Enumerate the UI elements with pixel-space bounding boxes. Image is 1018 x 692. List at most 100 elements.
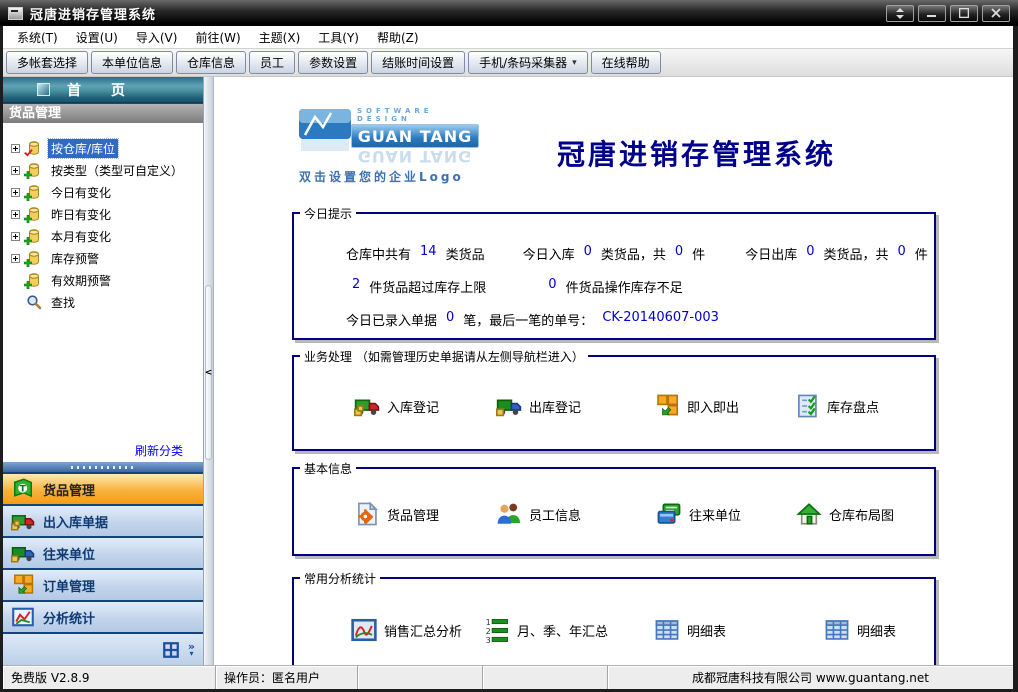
- online-help-button[interactable]: 在线帮助: [591, 51, 661, 74]
- stats-panel: 常用分析统计 销售汇总分析 月、季、年汇总 明细表 明细表: [292, 577, 936, 665]
- goods-management-shortcut[interactable]: 货品管理: [354, 501, 439, 527]
- closing-time-button[interactable]: 结账时间设置: [371, 51, 465, 74]
- menu-import[interactable]: 导入(V): [127, 26, 187, 49]
- menu-settings[interactable]: 设置(U): [67, 26, 127, 49]
- panel-title: 基本信息: [300, 460, 356, 477]
- outbound-register-shortcut[interactable]: 出库登记: [496, 393, 581, 419]
- home-tab-label: 首页: [67, 80, 155, 100]
- tree-item-by-type[interactable]: 按类型（类型可自定义）: [3, 159, 195, 181]
- inbound-item-count: 0: [675, 244, 683, 263]
- tree-item-expiry-warning[interactable]: 有效期预警: [3, 269, 195, 291]
- employee-button[interactable]: 员工: [249, 51, 295, 74]
- under-stock-count: 0: [548, 277, 556, 296]
- expand-plus-icon[interactable]: [11, 144, 20, 153]
- sidebar-item-goods[interactable]: 货品管理: [3, 474, 203, 504]
- company-info-button[interactable]: 本单位信息: [91, 51, 173, 74]
- logo-caption: 双击设置您的企业Logo: [299, 168, 479, 185]
- title-bar: 冠唐进销存管理系统: [0, 0, 1018, 26]
- sidebar-item-order-management[interactable]: 订单管理: [3, 570, 203, 600]
- refresh-categories-link[interactable]: 刷新分类: [135, 444, 195, 458]
- sales-summary-shortcut[interactable]: 销售汇总分析: [351, 617, 462, 643]
- tree-item-label: 按仓库/库位: [48, 139, 118, 158]
- tree-item-stock-warning[interactable]: 库存预警: [3, 247, 195, 269]
- parameter-settings-button[interactable]: 参数设置: [298, 51, 368, 74]
- tree-item-label: 库存预警: [48, 249, 102, 268]
- horizontal-splitter[interactable]: [3, 462, 203, 472]
- over-limit-count: 2: [352, 277, 360, 296]
- goods-category-icon: [26, 162, 43, 178]
- tree-item-changed-today[interactable]: 今日有变化: [3, 181, 195, 203]
- last-doc-number: CK-20140607-003: [602, 310, 719, 329]
- stocktake-shortcut[interactable]: 库存盘点: [794, 393, 879, 419]
- more-buttons-chevron[interactable]: » ▾: [188, 643, 195, 657]
- status-bar: 免费版 V2.8.9 操作员：匿名用户 成都冠唐科技有限公司 www.guant…: [3, 665, 1013, 689]
- splitter-collapse-handle[interactable]: <: [205, 285, 212, 460]
- close-button[interactable]: [982, 5, 1010, 22]
- grid-view-icon[interactable]: [162, 641, 180, 659]
- nav-label: 分析统计: [43, 608, 95, 627]
- tree-item-changed-yesterday[interactable]: 昨日有变化: [3, 203, 195, 225]
- plus-badge-icon: [24, 281, 32, 289]
- expand-plus-icon[interactable]: [11, 166, 20, 175]
- app-icon[interactable]: [8, 7, 23, 20]
- app-window: 冠唐进销存管理系统 系统(T) 设置(U) 导入(V): [0, 0, 1018, 692]
- plus-badge-icon: [24, 193, 32, 201]
- tree-item-changed-month[interactable]: 本月有变化: [3, 225, 195, 247]
- minimize-button[interactable]: [918, 5, 946, 22]
- employee-info-shortcut[interactable]: 员工信息: [496, 501, 581, 527]
- warehouse-layout-shortcut[interactable]: 仓库布局图: [796, 501, 894, 527]
- menu-theme[interactable]: 主题(X): [250, 26, 310, 49]
- today-line-2: 2 件货品超过库存上限 0 件货品操作库存不足: [352, 277, 683, 296]
- doc-count: 0: [446, 310, 454, 329]
- rollup-button[interactable]: [886, 5, 914, 22]
- plus-badge-icon: [24, 171, 32, 179]
- expand-plus-icon[interactable]: [11, 188, 20, 197]
- grid-arrow-icon: [654, 393, 680, 419]
- window-controls: [886, 5, 1010, 22]
- maximize-button[interactable]: [950, 5, 978, 22]
- tree-item-search[interactable]: 查找: [3, 291, 195, 313]
- menu-goto[interactable]: 前往(W): [186, 26, 249, 49]
- partners-shortcut[interactable]: 往来单位: [656, 501, 741, 527]
- window-title: 冠唐进销存管理系统: [30, 4, 156, 23]
- collapse-arrow-icon: <: [205, 368, 213, 378]
- mountain-logo-icon: [299, 105, 351, 153]
- tree-item-by-warehouse[interactable]: 按仓库/库位: [3, 137, 195, 159]
- vertical-splitter[interactable]: <: [203, 77, 214, 665]
- panel-title: 今日提示: [300, 205, 356, 222]
- sidebar-nav: 货品管理 出入库单据 往来单位 订单管理 分析统计: [3, 472, 203, 665]
- menu-tools[interactable]: 工具(Y): [309, 26, 368, 49]
- sidebar-item-inout-orders[interactable]: 出入库单据: [3, 506, 203, 536]
- nav-label: 货品管理: [43, 480, 95, 499]
- inbound-register-shortcut[interactable]: 入库登记: [354, 393, 439, 419]
- detail-table-shortcut-1[interactable]: 明细表: [654, 617, 726, 643]
- menu-help[interactable]: 帮助(Z): [368, 26, 428, 49]
- truck-red-icon: [354, 393, 380, 419]
- home-tab-icon: [37, 83, 50, 96]
- goods-category-icon: [26, 140, 43, 156]
- business-panel: 业务处理 （如需管理历史单据请从左侧导航栏进入） 入库登记 出库登记 即入即出 …: [292, 355, 936, 451]
- home-tab[interactable]: 首页: [3, 77, 203, 103]
- company-logo[interactable]: SOFTWARE DESIGN GUAN TANG GUAN TANG 双击设置…: [299, 105, 479, 185]
- stock-count: 14: [420, 244, 437, 263]
- status-section-empty-2: [483, 666, 608, 689]
- barcode-collector-button[interactable]: 手机/条码采集器 ▾: [468, 51, 588, 74]
- sidebar-item-analysis[interactable]: 分析统计: [3, 602, 203, 632]
- sidebar-item-partners[interactable]: 往来单位: [3, 538, 203, 568]
- status-section-empty-1: [358, 666, 483, 689]
- logo-brand: GUAN TANG: [351, 124, 479, 148]
- plus-badge-icon: [24, 215, 32, 223]
- menu-system[interactable]: 系统(T): [8, 26, 67, 49]
- basic-info-panel: 基本信息 货品管理 员工信息 往来单位 仓库布局图: [292, 467, 936, 556]
- period-summary-shortcut[interactable]: 月、季、年汇总: [484, 617, 608, 643]
- detail-table-shortcut-2[interactable]: 明细表: [824, 617, 896, 643]
- expand-plus-icon[interactable]: [11, 210, 20, 219]
- table-icon: [654, 617, 680, 643]
- in-out-shortcut[interactable]: 即入即出: [654, 393, 739, 419]
- warehouse-info-button[interactable]: 仓库信息: [176, 51, 246, 74]
- expand-plus-icon[interactable]: [11, 232, 20, 241]
- tree-item-label: 本月有变化: [48, 227, 114, 246]
- truck-green-icon: [11, 541, 35, 565]
- multi-account-button[interactable]: 多帐套选择: [6, 51, 88, 74]
- expand-plus-icon[interactable]: [11, 254, 20, 263]
